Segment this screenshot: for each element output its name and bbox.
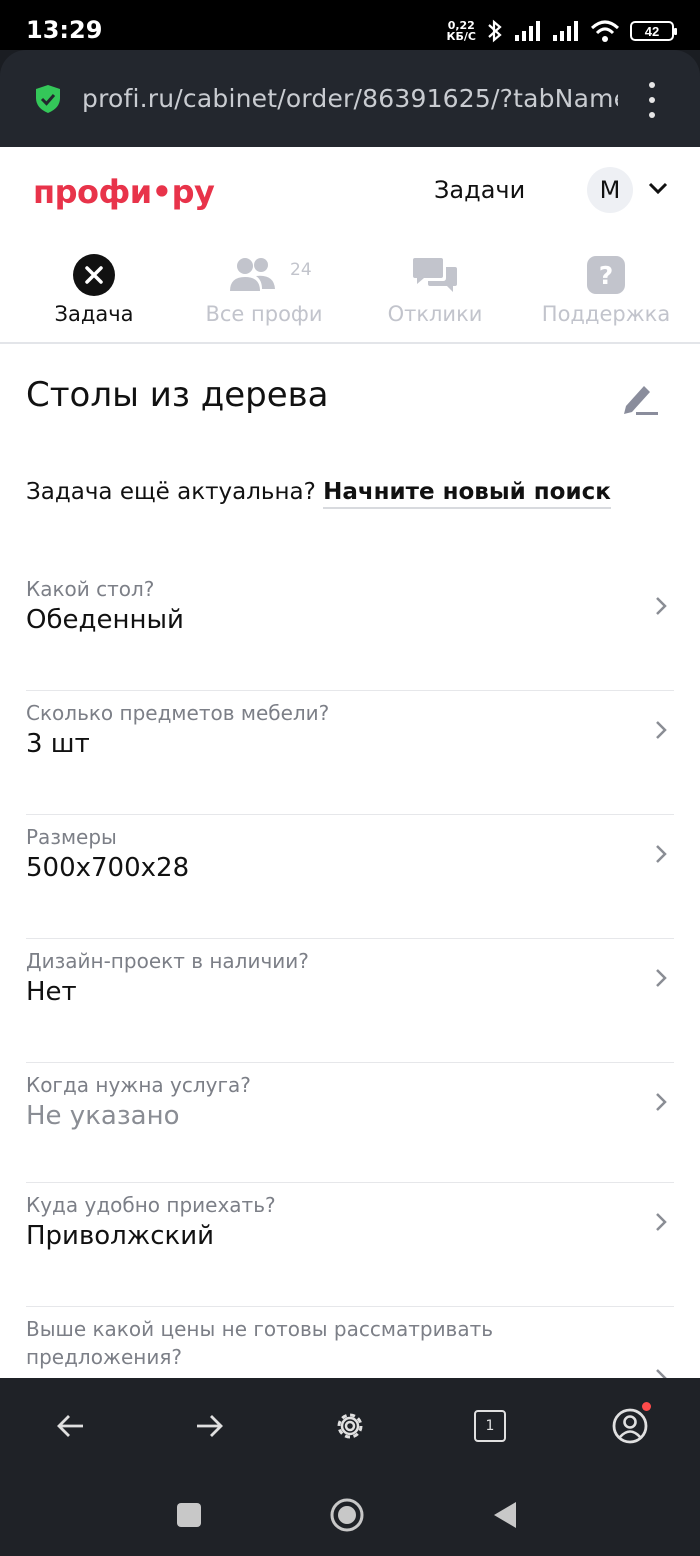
avatar[interactable]: М	[587, 167, 633, 213]
field-label: Сколько предметов мебели?	[26, 701, 330, 725]
people-icon	[230, 258, 275, 291]
circle-icon	[330, 1498, 364, 1532]
browser-toolbar: profi.ru/cabinet/order/86391625/?tabName…	[0, 50, 700, 147]
field-design-project[interactable]: Дизайн-проект в наличии? Нет	[26, 939, 674, 1063]
field-value: 3 шт	[26, 729, 90, 759]
task-details-list: Какой стол? Обеденный Сколько предметов …	[26, 567, 674, 1378]
tab-support-label: Поддержка	[541, 302, 671, 326]
url-text[interactable]: profi.ru/cabinet/order/86391625/?tabName…	[82, 84, 618, 113]
field-label: Дизайн-проект в наличии?	[26, 949, 309, 973]
gear-icon	[337, 1413, 363, 1439]
order-tabs: Задача 24 Все профи Отклики ? Поддержка	[0, 252, 700, 344]
tab-all-pros[interactable]: 24 Все профи	[204, 252, 324, 342]
field-table-type[interactable]: Какой стол? Обеденный	[26, 567, 674, 691]
settings-button[interactable]	[330, 1406, 370, 1446]
chevron-right-icon	[656, 1369, 667, 1378]
tab-responses-label: Отклики	[387, 302, 483, 326]
system-back-button[interactable]	[488, 1498, 522, 1532]
forward-button[interactable]	[190, 1406, 230, 1446]
tab-all-pros-label: Все профи	[205, 302, 323, 326]
status-time: 13:29	[26, 16, 103, 44]
browser-bottom-bar: 1	[0, 1378, 700, 1474]
arrow-left-icon	[57, 1415, 83, 1437]
home-button[interactable]	[330, 1498, 364, 1532]
new-search-link[interactable]: Начните новый поиск	[323, 479, 611, 509]
field-max-price[interactable]: Выше какой цены не готовы рассматривать …	[26, 1307, 674, 1378]
network-speed-unit: КБ/С	[446, 30, 476, 43]
pencil-icon[interactable]	[620, 381, 660, 417]
question-icon: ?	[587, 256, 625, 294]
tab-support[interactable]: ? Поддержка	[541, 252, 671, 342]
system-nav-bar	[0, 1474, 700, 1556]
chevron-right-icon	[656, 845, 667, 863]
field-location[interactable]: Куда удобно приехать? Приволжский	[26, 1183, 674, 1307]
status-icons: 0,22 КБ/С 42	[447, 14, 677, 48]
field-value: Обеденный	[26, 605, 184, 635]
tab-task-label: Задача	[54, 302, 134, 326]
recents-button[interactable]	[172, 1498, 206, 1532]
signal-icon-2	[553, 21, 578, 41]
back-button[interactable]	[50, 1406, 90, 1446]
address-bar[interactable]: profi.ru/cabinet/order/86391625/?tabName…	[0, 50, 700, 147]
tasks-link[interactable]: Задачи	[434, 176, 525, 204]
chevron-right-icon	[656, 597, 667, 615]
triangle-back-icon	[494, 1502, 516, 1528]
pros-count: 24	[290, 260, 312, 280]
close-circle-icon	[73, 254, 115, 296]
field-value: Нет	[26, 977, 77, 1007]
network-speed: 0,22 КБ/С	[447, 20, 476, 42]
field-value: 500х700х28	[26, 853, 190, 883]
task-title: Столы из дерева	[26, 375, 329, 415]
chevron-down-icon[interactable]	[648, 181, 668, 195]
tab-responses[interactable]: Отклики	[386, 252, 484, 342]
svg-text:?: ?	[599, 261, 614, 290]
task-actual-prompt: Задача ещё актуальна? Начните новый поис…	[26, 479, 611, 509]
signal-icon	[515, 21, 540, 41]
chat-bubbles-icon	[413, 258, 457, 292]
tab-counter: 1	[474, 1410, 506, 1442]
tab-task[interactable]: Задача	[46, 252, 142, 342]
field-label: Когда нужна услуга?	[26, 1073, 251, 1097]
shield-check-icon[interactable]	[34, 84, 62, 114]
field-dimensions[interactable]: Размеры 500х700х28	[26, 815, 674, 939]
field-value: Приволжский	[26, 1221, 215, 1251]
profile-button[interactable]	[610, 1402, 651, 1446]
field-label: Размеры	[26, 825, 117, 849]
field-items-count[interactable]: Сколько предметов мебели? 3 шт	[26, 691, 674, 815]
tabs-button[interactable]: 1	[470, 1406, 510, 1446]
notification-dot	[642, 1402, 651, 1411]
task-actual-question: Задача ещё актуальна?	[26, 479, 316, 505]
field-label: Выше какой цены не готовы рассматривать …	[26, 1317, 494, 1369]
chevron-right-icon	[656, 1093, 667, 1111]
chevron-right-icon	[656, 721, 667, 739]
wifi-icon	[590, 20, 620, 42]
square-icon	[177, 1503, 201, 1527]
field-label: Какой стол?	[26, 577, 155, 601]
profi-logo[interactable]: профи•ру	[33, 173, 215, 211]
field-label: Куда удобно приехать?	[26, 1193, 276, 1217]
chevron-right-icon	[656, 969, 667, 987]
arrow-right-icon	[197, 1415, 223, 1437]
web-page: профи•ру Задачи М Задача 24 Все профи От…	[0, 147, 700, 1378]
chevron-right-icon	[656, 1213, 667, 1231]
bluetooth-icon	[488, 19, 502, 43]
field-service-date[interactable]: Когда нужна услуга? Не указано	[26, 1063, 674, 1183]
field-value: Не указано	[26, 1101, 180, 1131]
account-icon	[612, 1408, 648, 1444]
battery-indicator: 42	[630, 21, 677, 41]
kebab-menu-icon[interactable]	[640, 82, 664, 118]
